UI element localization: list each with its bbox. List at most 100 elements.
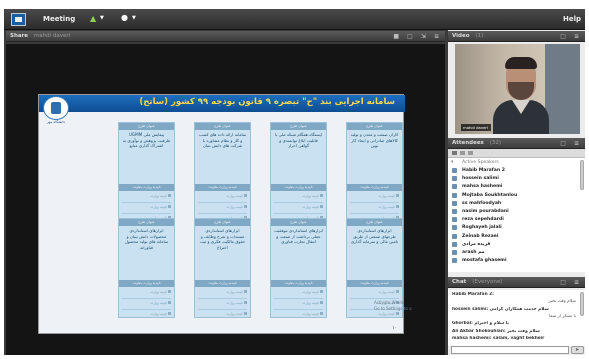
video-pod-controls[interactable]: □ ≡ <box>560 31 582 42</box>
attendee-row[interactable]: Mojtaba Soukhtanlou <box>448 192 578 199</box>
card-header: عنوان طرح <box>271 219 326 226</box>
card-line: تاییدیه وزارت <box>198 290 247 299</box>
attendee-row[interactable]: nasim pourabdani <box>448 208 578 215</box>
attendee-icon <box>452 241 457 247</box>
slide-card: عنوان طرح سامانه ارائه داده های کسب و کار… <box>194 122 251 222</box>
attendee-row[interactable]: ss mahfoodyah <box>448 200 578 207</box>
attendees-pod-controls[interactable]: □ ≡ <box>560 138 582 149</box>
help-menu[interactable]: Help <box>563 15 581 23</box>
card-footer: تاییدیه وزارت معاونت <box>195 280 250 287</box>
share-pod-controls[interactable]: ■ □ ⇲ ≡ <box>393 31 442 42</box>
chat-input[interactable] <box>451 346 569 354</box>
card-header: عنوان طرح <box>119 123 174 130</box>
slide-page-number: ۱۰ <box>392 326 397 331</box>
chat-pod-controls[interactable]: □ ≡ <box>560 277 582 288</box>
attendee-row[interactable]: Zeinab Rezaei <box>448 233 578 240</box>
university-logo-icon <box>43 96 69 120</box>
slide-card: عنوان طرح ابزارهای استانداردی مسندات و شر… <box>194 218 251 318</box>
status-icon[interactable] <box>460 151 465 155</box>
video-window-frame <box>545 44 580 134</box>
attendee-row[interactable]: Habib Marafan 2 <box>448 167 578 174</box>
attendee-name: mahsa hashemi <box>462 184 503 190</box>
meeting-menu[interactable]: Meeting <box>43 15 75 23</box>
share-pod-header: Share mahdi daveri ■ □ ⇲ ≡ <box>6 31 445 42</box>
card-line: تاییدیه وزارت <box>122 205 171 214</box>
card-body: کاران صنعت و معدن و تولید کالاهای صادرات… <box>350 132 399 149</box>
card-line: تاییدیه وزارت <box>122 194 171 203</box>
card-header: عنوان طرح <box>195 219 250 226</box>
attendee-name: hossein salimi <box>462 176 499 182</box>
hand-icon[interactable] <box>468 151 473 155</box>
card-header: عنوان طرح <box>271 123 326 130</box>
video-pod-title: Video <box>452 33 470 39</box>
card-body: ابزارهای استانداردی مسندات و شرح وظایف و… <box>199 228 246 250</box>
slide-title: سامانه اجرایی بند "ح" تبصره ۹ قانون بودج… <box>139 97 395 107</box>
card-header: عنوان طرح <box>195 123 250 130</box>
attendee-icon <box>452 168 457 173</box>
attendee-name: فریده مرادی <box>462 241 491 247</box>
card-line: تاییدیه وزارت <box>274 290 323 299</box>
video-pod-header: Video (1) □ ≡ <box>448 31 585 42</box>
attendee-name: ss mahfoodyah <box>462 200 502 206</box>
send-icon: ➤ <box>575 347 580 353</box>
list-view-icon[interactable] <box>452 151 457 155</box>
send-button[interactable]: ➤ <box>571 346 584 354</box>
card-footer: تاییدیه وزارت معاونت <box>195 184 250 191</box>
chat-pod-audience: (Everyone) <box>472 279 503 285</box>
chat-message-text: با تشکر از شما <box>548 313 576 319</box>
attendee-icon <box>452 209 457 214</box>
attendee-row[interactable]: فریده مرادی <box>448 241 578 248</box>
attendee-icon <box>452 233 457 239</box>
person-hair <box>505 57 537 69</box>
attendee-icon <box>452 176 457 182</box>
card-line: تاییدیه وزارت <box>198 194 247 203</box>
chat-message-author: Ali Akbar Shokouhian: سلام وقت بخیر <box>452 328 540 334</box>
card-footer: تاییدیه وزارت معاونت <box>347 280 402 287</box>
slide-card: عنوان طرح پیمایش ملی UGMM ظرفیت پژوهش و ن… <box>118 122 175 222</box>
attendee-name: reza sepehdardi <box>462 217 504 223</box>
audio-dropdown-icon[interactable]: ▼ <box>100 15 104 21</box>
attendee-name: mostafa ghasemi <box>462 258 507 264</box>
presentation-slide: سامانه اجرایی بند "ح" تبصره ۹ قانون بودج… <box>38 94 405 334</box>
card-footer: تاییدیه وزارت معاونت <box>347 184 402 191</box>
attendee-row[interactable]: Roghayeh jalali <box>448 224 578 231</box>
card-line: تاییدیه وزارت <box>274 312 323 317</box>
attendee-name: Mojtaba Soukhtanlou <box>462 192 518 198</box>
windows-watermark-line-1: Activate Windo <box>374 300 405 305</box>
attendees-toolbar <box>448 149 585 158</box>
card-line: تاییدیه وزارت <box>274 301 323 310</box>
card-line: تاییدیه وزارت <box>198 312 247 317</box>
card-body: ابزارهای استانداردی طرحهای صنعتی از طریق… <box>350 228 399 245</box>
card-header: عنوان طرح <box>347 123 402 130</box>
active-speakers-group[interactable]: ▾ Active Speakers <box>448 159 578 166</box>
attendee-name: Habib Marafan 2 <box>462 168 505 173</box>
chat-message-author: hossein salimi: سلام خدمت همکاران گرامی <box>452 306 549 312</box>
attendee-icon <box>452 225 457 231</box>
card-body: ابزارهای استانداردی موفقیت عملی برداشت ا… <box>274 228 323 245</box>
presenter-dropdown-icon[interactable]: ▼ <box>132 15 136 21</box>
person-icon[interactable]: ● <box>121 13 128 22</box>
attendee-row[interactable]: mahsa hashemi <box>448 183 578 190</box>
card-body: پیمایش ملی UGMM ظرفیت پژوهش و نوآوری به … <box>122 132 171 149</box>
attendee-row[interactable]: hossein salimi <box>448 175 578 182</box>
speaker-icon[interactable]: ▲ <box>90 14 96 23</box>
chat-messages: Habib Marafan 2: سلام وقت بخیر hossein sal… <box>448 290 585 346</box>
card-body: سامانه ارائه داده های کسب و کار و نظام م… <box>198 132 247 149</box>
connect-logo-icon <box>11 13 26 26</box>
attendee-row[interactable]: mostafa ghasemi <box>448 257 578 264</box>
slide-card: عنوان طرح کاران صنعت و معدن و تولید کالاه… <box>346 122 403 222</box>
share-pod-presenter: mahdi daveri <box>33 33 71 39</box>
attendee-icon <box>452 258 457 264</box>
card-line: تاییدیه وزارت <box>198 301 247 310</box>
card-line: تاییدیه وزارت <box>350 194 399 203</box>
card-header: عنوان طرح <box>119 219 174 226</box>
chat-message-author: Habib Marafan 2: <box>452 292 494 297</box>
attendee-row[interactable]: reza sepehdardi <box>448 216 578 223</box>
card-body: ایستگاه همگام شبکه ملی با قابلیت ابلاغ ت… <box>274 132 323 149</box>
attendee-row[interactable]: arash مم <box>448 249 578 256</box>
chat-scrollbar[interactable] <box>580 292 584 316</box>
group-label: Active Speakers <box>462 160 499 165</box>
attendee-name: Zeinab Rezaei <box>462 233 499 239</box>
attendees-scrollbar[interactable] <box>580 160 584 190</box>
card-footer: تاییدیه وزارت معاونت <box>119 184 174 191</box>
